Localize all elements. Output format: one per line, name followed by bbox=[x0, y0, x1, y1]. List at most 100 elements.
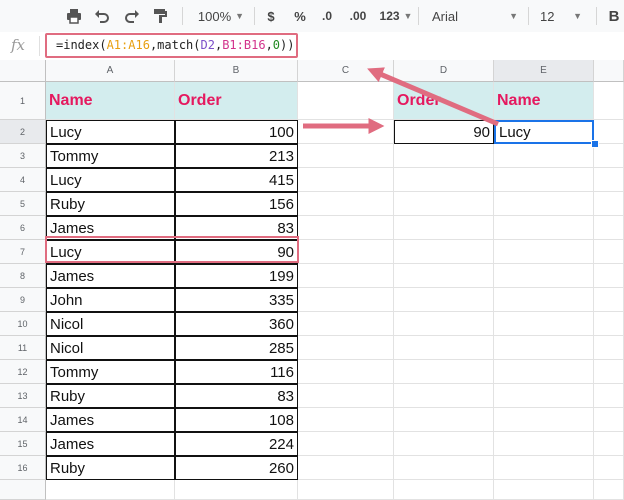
cell-b11[interactable]: 285 bbox=[175, 336, 298, 360]
cell-b4[interactable]: 415 bbox=[175, 168, 298, 192]
cell-f12[interactable] bbox=[594, 360, 624, 384]
cell-a14[interactable]: James bbox=[46, 408, 175, 432]
decrease-decimal-button[interactable]: .0 bbox=[316, 0, 338, 32]
cell-d11[interactable] bbox=[394, 336, 494, 360]
font-select[interactable]: Arial ▼ bbox=[426, 0, 524, 32]
cell-d10[interactable] bbox=[394, 312, 494, 336]
paint-format-icon[interactable] bbox=[148, 0, 172, 32]
cell-e1[interactable]: Name bbox=[494, 82, 594, 120]
cell-d16[interactable] bbox=[394, 456, 494, 480]
cell-d8[interactable] bbox=[394, 264, 494, 288]
cell-d13[interactable] bbox=[394, 384, 494, 408]
row-header-10[interactable]: 10 bbox=[0, 312, 46, 336]
bold-button[interactable]: B bbox=[604, 0, 624, 32]
more-formats-button[interactable]: 123 ▼ bbox=[378, 0, 414, 32]
column-header-e[interactable]: E bbox=[494, 60, 594, 82]
cell-e5[interactable] bbox=[494, 192, 594, 216]
column-header-f[interactable] bbox=[594, 60, 624, 82]
cell-a2[interactable]: Lucy bbox=[46, 120, 175, 144]
cell-a8[interactable]: James bbox=[46, 264, 175, 288]
cell-d5[interactable] bbox=[394, 192, 494, 216]
cell-c12[interactable] bbox=[298, 360, 394, 384]
cell-e6[interactable] bbox=[494, 216, 594, 240]
cell-f4[interactable] bbox=[594, 168, 624, 192]
cell-b13[interactable]: 83 bbox=[175, 384, 298, 408]
cell-a12[interactable]: Tommy bbox=[46, 360, 175, 384]
cell-a11[interactable]: Nicol bbox=[46, 336, 175, 360]
cell-e11[interactable] bbox=[494, 336, 594, 360]
select-all-corner[interactable] bbox=[0, 60, 46, 82]
cell-f9[interactable] bbox=[594, 288, 624, 312]
column-header-b[interactable]: B bbox=[175, 60, 298, 82]
increase-decimal-button[interactable]: .00 bbox=[344, 0, 372, 32]
cell-d9[interactable] bbox=[394, 288, 494, 312]
cell-f14[interactable] bbox=[594, 408, 624, 432]
cell-c10[interactable] bbox=[298, 312, 394, 336]
cell-c14[interactable] bbox=[298, 408, 394, 432]
row-header-14[interactable]: 14 bbox=[0, 408, 46, 432]
cell-f7[interactable] bbox=[594, 240, 624, 264]
cell-f1[interactable] bbox=[594, 82, 624, 120]
cell-a4[interactable]: Lucy bbox=[46, 168, 175, 192]
cell-e16[interactable] bbox=[494, 456, 594, 480]
row-header-3[interactable]: 3 bbox=[0, 144, 46, 168]
print-icon[interactable] bbox=[62, 0, 86, 32]
cell-c16[interactable] bbox=[298, 456, 394, 480]
cell-e2[interactable]: Lucy bbox=[494, 120, 594, 144]
cell-c7[interactable] bbox=[298, 240, 394, 264]
cell-f11[interactable] bbox=[594, 336, 624, 360]
cell-b17[interactable] bbox=[175, 480, 298, 500]
cell-f8[interactable] bbox=[594, 264, 624, 288]
cell-d7[interactable] bbox=[394, 240, 494, 264]
cell-d12[interactable] bbox=[394, 360, 494, 384]
row-header-7[interactable]: 7 bbox=[0, 240, 46, 264]
cell-b3[interactable]: 213 bbox=[175, 144, 298, 168]
cell-e15[interactable] bbox=[494, 432, 594, 456]
fill-handle[interactable] bbox=[591, 140, 599, 148]
cell-b5[interactable]: 156 bbox=[175, 192, 298, 216]
row-header-13[interactable]: 13 bbox=[0, 384, 46, 408]
cell-a16[interactable]: Ruby bbox=[46, 456, 175, 480]
cell-c6[interactable] bbox=[298, 216, 394, 240]
row-header-2[interactable]: 2 bbox=[0, 120, 46, 144]
cell-b15[interactable]: 224 bbox=[175, 432, 298, 456]
row-header-4[interactable]: 4 bbox=[0, 168, 46, 192]
cell-d17[interactable] bbox=[394, 480, 494, 500]
cell-e9[interactable] bbox=[494, 288, 594, 312]
cell-e7[interactable] bbox=[494, 240, 594, 264]
cell-e13[interactable] bbox=[494, 384, 594, 408]
redo-icon[interactable] bbox=[120, 0, 144, 32]
cell-c3[interactable] bbox=[298, 144, 394, 168]
cell-d14[interactable] bbox=[394, 408, 494, 432]
cell-c13[interactable] bbox=[298, 384, 394, 408]
currency-format-button[interactable]: $ bbox=[262, 0, 280, 32]
cell-f10[interactable] bbox=[594, 312, 624, 336]
cell-c8[interactable] bbox=[298, 264, 394, 288]
column-header-d[interactable]: D bbox=[394, 60, 494, 82]
row-header-12[interactable]: 12 bbox=[0, 360, 46, 384]
cell-c11[interactable] bbox=[298, 336, 394, 360]
cell-a13[interactable]: Ruby bbox=[46, 384, 175, 408]
cell-f15[interactable] bbox=[594, 432, 624, 456]
zoom-select[interactable]: 100% ▼ bbox=[190, 0, 252, 32]
cell-a5[interactable]: Ruby bbox=[46, 192, 175, 216]
cell-e10[interactable] bbox=[494, 312, 594, 336]
cell-b1[interactable]: Order bbox=[175, 82, 298, 120]
row-header-8[interactable]: 8 bbox=[0, 264, 46, 288]
cell-e4[interactable] bbox=[494, 168, 594, 192]
cell-e12[interactable] bbox=[494, 360, 594, 384]
cell-c5[interactable] bbox=[298, 192, 394, 216]
cell-e17[interactable] bbox=[494, 480, 594, 500]
column-header-a[interactable]: A bbox=[46, 60, 175, 82]
cell-f13[interactable] bbox=[594, 384, 624, 408]
cell-a1[interactable]: Name bbox=[46, 82, 175, 120]
cell-d1[interactable]: Order bbox=[394, 82, 494, 120]
cell-d4[interactable] bbox=[394, 168, 494, 192]
cell-b8[interactable]: 199 bbox=[175, 264, 298, 288]
row-header-11[interactable]: 11 bbox=[0, 336, 46, 360]
cell-b9[interactable]: 335 bbox=[175, 288, 298, 312]
cell-b14[interactable]: 108 bbox=[175, 408, 298, 432]
cell-c17[interactable] bbox=[298, 480, 394, 500]
font-size-select[interactable]: 12 ▼ bbox=[534, 0, 588, 32]
cell-b12[interactable]: 116 bbox=[175, 360, 298, 384]
